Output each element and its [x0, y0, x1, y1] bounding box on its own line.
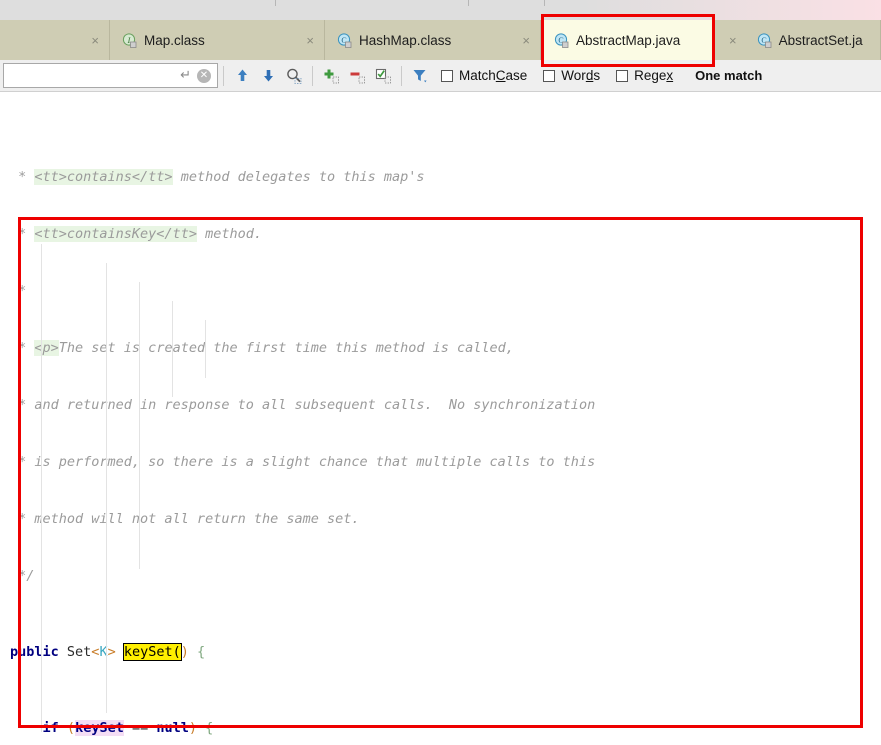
code-editor[interactable]: * <tt>contains</tt> method delegates to … [0, 92, 881, 745]
search-field-wrapper[interactable]: ↵ ✕ [3, 63, 218, 88]
match-case-checkbox[interactable]: Match Case [441, 68, 527, 83]
interface-icon: I [122, 32, 137, 48]
toolbar-divider [223, 65, 224, 86]
code-line: * and returned in response to all subseq… [10, 397, 596, 413]
enter-icon[interactable]: ↵ [180, 68, 191, 83]
tab-label: HashMap.class [359, 32, 452, 48]
match-case-label-post: ase [505, 68, 528, 83]
find-previous-button[interactable] [230, 64, 254, 88]
find-next-button[interactable] [256, 64, 280, 88]
code-line: * <tt>containsKey</tt> method. [10, 226, 262, 242]
code-line: * [10, 283, 27, 299]
select-all-occurrences-button[interactable] [371, 64, 395, 88]
match-count-status: One match [695, 68, 763, 83]
filter-button[interactable] [408, 64, 432, 88]
words-box[interactable] [543, 69, 556, 82]
tab-close-icon[interactable]: × [302, 34, 314, 47]
tab-label: Map.class [144, 32, 205, 48]
code-line: * <tt>contains</tt> method delegates to … [10, 169, 425, 185]
code-line: if (keySet == null) { [42, 720, 214, 736]
words-label-accel: d [585, 68, 594, 83]
regex-label-pre: Rege [634, 68, 667, 83]
top-strip-tint [581, 0, 881, 20]
add-occurrence-button[interactable] [319, 64, 343, 88]
class-icon: C [757, 32, 772, 48]
top-strip-seam [275, 0, 276, 6]
find-toolbar[interactable]: ↵ ✕ Match C ase Wor d s Rege x One match [0, 60, 881, 92]
clear-search-icon[interactable]: ✕ [197, 68, 211, 83]
tab-close-icon[interactable]: × [87, 34, 99, 47]
search-match-highlight: keySet( [122, 643, 182, 661]
tab-label: AbstractSet.ja [778, 32, 863, 48]
words-label-post: s [593, 68, 601, 83]
match-case-label-accel: C [495, 68, 506, 83]
search-input[interactable] [4, 64, 169, 87]
tab-close-icon[interactable]: × [725, 34, 737, 47]
find-options-group[interactable]: Match Case Wor d s Rege x [441, 68, 689, 83]
magnifier-icon [287, 68, 302, 84]
editor-tab-bar[interactable]: × I Map.class × C HashMap.class × C Abst… [0, 20, 881, 60]
code-line: * method will not all return the same se… [10, 511, 360, 527]
tab-abstractmap-java[interactable]: C AbstractMap.java × [541, 20, 713, 60]
regex-box[interactable] [616, 69, 629, 82]
match-case-box[interactable] [441, 69, 453, 82]
class-icon: C [554, 32, 569, 48]
code-line: */ [10, 568, 35, 584]
checkbox-select-all-icon [375, 68, 391, 83]
regex-label-accel: x [666, 68, 674, 83]
code-line-keyset-signature: public Set<K> keySet() { [10, 643, 206, 661]
remove-occurrence-button[interactable] [345, 64, 369, 88]
toolbar-divider [401, 65, 402, 86]
arrow-up-icon [237, 69, 247, 81]
tab-close-icon[interactable]: × [518, 34, 530, 47]
words-label-pre: Wor [561, 68, 586, 83]
regex-checkbox[interactable]: Rege x [616, 68, 673, 83]
tab-partial[interactable]: × [0, 20, 110, 60]
tab-hashmap-class[interactable]: C HashMap.class × [325, 20, 541, 60]
svg-text:I: I [127, 36, 131, 45]
tab-label: AbstractMap.java [576, 32, 681, 48]
top-strip-seam [544, 0, 545, 6]
top-strip-seam [468, 0, 469, 6]
words-checkbox[interactable]: Wor d s [543, 68, 600, 83]
plus-icon [324, 69, 339, 83]
window-top-strip [0, 0, 881, 21]
toolbar-divider [312, 65, 313, 86]
tab-map-class[interactable]: I Map.class × [110, 20, 325, 60]
arrow-down-icon [263, 70, 273, 82]
find-in-selection-button[interactable] [282, 64, 306, 88]
funnel-icon [413, 69, 427, 82]
tab-abstractset-java[interactable]: × C AbstractSet.ja [713, 20, 881, 60]
code-line: * is performed, so there is a slight cha… [10, 454, 596, 470]
minus-icon [350, 72, 365, 83]
code-line: * <p>The set is created the first time t… [10, 340, 514, 356]
match-case-label-pre: Match [459, 68, 496, 83]
class-icon: C [337, 32, 352, 48]
